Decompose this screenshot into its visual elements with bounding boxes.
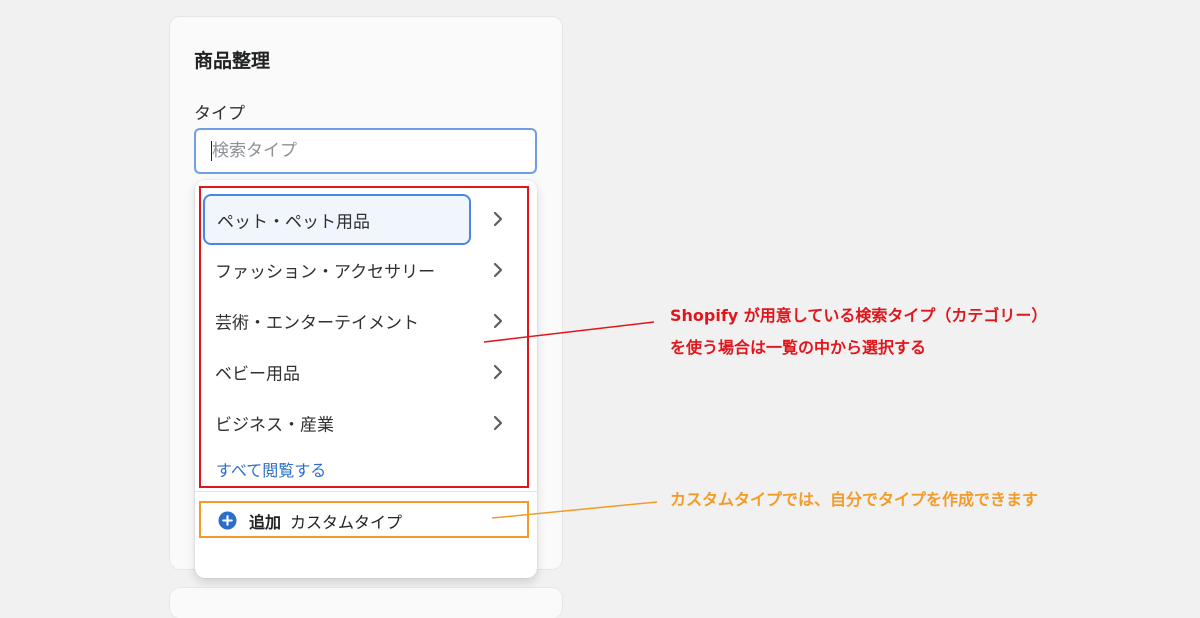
annotation-orange: カスタムタイプでは、自分でタイプを作成できます — [670, 490, 1039, 509]
annotation-red-line1: Shopify が用意している検索タイプ（カテゴリー） — [670, 306, 1048, 325]
annotation-red-line2: を使う場合は一覧の中から選択する — [670, 338, 927, 357]
divider — [195, 491, 537, 492]
orange-highlight-box — [199, 501, 529, 538]
red-highlight-box — [199, 186, 529, 488]
next-card — [170, 588, 562, 618]
card-title: 商品整理 — [194, 50, 271, 72]
type-search-input[interactable] — [194, 128, 537, 174]
type-field-label: タイプ — [194, 104, 245, 124]
text-caret — [211, 141, 212, 161]
